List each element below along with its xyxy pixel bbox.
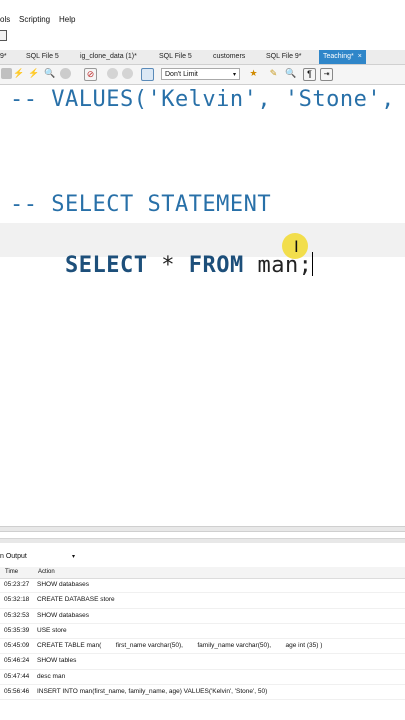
text-caret <box>312 252 314 276</box>
code-line-select: SELECT * FROM man; <box>10 227 314 303</box>
keyword-select: SELECT <box>64 253 148 278</box>
row-time: 05:32:53 <box>4 611 30 619</box>
row-action: USE store <box>37 626 67 634</box>
table-row[interactable]: 05:47:44 desc man <box>0 670 405 686</box>
editor-tab-bar: 9* SQL File 5 ig_clone_data (1)* SQL Fil… <box>0 50 405 65</box>
select-star: * <box>147 253 189 278</box>
code-line-select-comment: -- SELECT STATEMENT <box>10 192 272 217</box>
table-row[interactable]: 05:32:18 CREATE DATABASE store <box>0 593 405 609</box>
tab-sql-file-5[interactable]: SQL File 5 <box>26 50 59 64</box>
table-row[interactable]: 05:46:24 SHOW tables <box>0 654 405 670</box>
row-action: SHOW databases <box>37 581 90 588</box>
row-action: CREATE TABLE man( first_name varchar(50)… <box>37 642 323 650</box>
document-icon[interactable] <box>0 30 7 41</box>
table-row[interactable]: 05:56:46 INSERT INTO man(first_name, fami… <box>0 685 405 701</box>
column-action[interactable]: Action <box>38 567 55 578</box>
row-time: 05:23:27 <box>4 581 30 588</box>
chevron-down-icon: ▾ <box>232 72 236 78</box>
limit-rows-select[interactable]: Don't Limit ▾ <box>161 68 240 80</box>
close-tab-icon[interactable]: × <box>358 53 362 60</box>
keyword-from: FROM <box>188 253 244 278</box>
format-icon[interactable]: ✎ <box>268 68 279 79</box>
invisible-chars-icon[interactable]: ¶ <box>303 68 316 81</box>
table-row[interactable]: 05:45:09 CREATE TABLE man( first_name var… <box>0 639 405 655</box>
ibeam-cursor-icon: I <box>294 237 299 256</box>
tab-ig-clone-data[interactable]: ig_clone_data (1)* <box>80 50 137 64</box>
stop-query-icon[interactable] <box>60 68 71 79</box>
panel-splitter[interactable] <box>0 526 405 532</box>
tab-sql-file-9[interactable]: SQL File 9* <box>266 50 302 64</box>
menu-bar: ols Scripting Help <box>0 12 405 28</box>
table-row[interactable]: 05:32:53 SHOW databases <box>0 609 405 624</box>
row-time: 05:32:18 <box>4 596 30 604</box>
beautify-icon[interactable]: ★ <box>248 68 259 79</box>
row-time: 05:35:39 <box>4 626 30 634</box>
row-time: 05:45:09 <box>4 642 30 650</box>
row-action: SHOW tables <box>37 657 77 665</box>
tab-sql-file-5-b[interactable]: SQL File 5 <box>159 50 192 64</box>
execute-icon[interactable]: ⚡ <box>13 68 24 79</box>
code-line-values-comment: -- VALUES('Kelvin', 'Stone', <box>10 87 395 112</box>
commit-icon[interactable] <box>107 68 118 79</box>
menu-tools[interactable]: ols <box>0 15 10 24</box>
output-type-value: n Output <box>0 553 27 560</box>
column-time[interactable]: Time <box>5 567 18 578</box>
table-row[interactable]: 05:35:39 USE store <box>0 624 405 640</box>
output-rows: 05:23:27 SHOW databases 05:32:18 CREATE DA… <box>0 578 405 701</box>
limit-rows-value: Don't Limit <box>165 71 198 78</box>
row-action: CREATE DATABASE store <box>37 596 115 604</box>
row-time: 05:47:44 <box>4 672 30 680</box>
stop-icon[interactable] <box>1 68 12 79</box>
row-time: 05:56:46 <box>4 688 30 696</box>
explain-icon[interactable]: 🔍 <box>44 68 55 79</box>
tab-customers[interactable]: customers <box>213 50 245 64</box>
table-row[interactable]: 05:23:27 SHOW databases <box>0 578 405 594</box>
chevron-down-icon: ▾ <box>72 554 76 560</box>
row-time: 05:46:24 <box>4 657 30 665</box>
row-action: desc man <box>37 672 66 680</box>
tab-file-9[interactable]: 9* <box>0 50 7 64</box>
output-panel-header <box>0 538 405 543</box>
tab-teaching[interactable]: Teaching* × <box>319 50 366 64</box>
menu-scripting[interactable]: Scripting <box>19 15 50 24</box>
find-icon[interactable]: 🔍 <box>285 68 296 79</box>
wrap-icon[interactable]: ⇥ <box>320 68 333 81</box>
menu-help[interactable]: Help <box>59 15 75 24</box>
rollback-icon[interactable] <box>122 68 133 79</box>
output-type-select[interactable]: n Output ▾ <box>0 551 79 563</box>
sql-editor[interactable]: -- VALUES('Kelvin', 'Stone', -- SELECT S… <box>0 85 405 525</box>
toggle-error-icon[interactable]: ⊘ <box>84 68 97 81</box>
row-action: INSERT INTO man(first_name, family_name,… <box>37 688 268 696</box>
execute-current-icon[interactable]: ⚡ <box>28 68 39 79</box>
tab-teaching-label: Teaching* <box>323 53 354 60</box>
row-action: SHOW databases <box>37 611 90 619</box>
autocommit-icon[interactable] <box>141 68 154 81</box>
editor-toolbar: ⚡ ⚡ 🔍 ⊘ Don't Limit ▾ ★ ✎ 🔍 ¶ ⇥ <box>0 65 405 85</box>
